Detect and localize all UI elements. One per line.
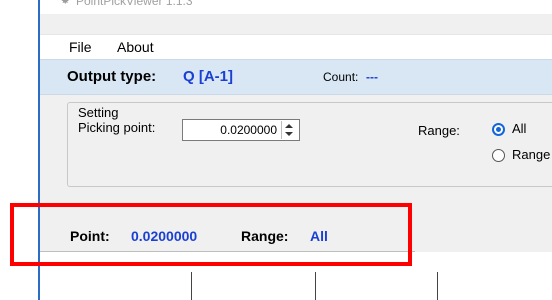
picking-point-value: 0.0200000	[220, 123, 277, 137]
title-bar: ✸ PointPickViewer 1.1.3	[40, 0, 552, 14]
menu-bar: File About	[40, 34, 552, 59]
range-all-label[interactable]: All	[512, 121, 526, 136]
window-title: PointPickViewer 1.1.3	[76, 0, 193, 8]
setting-group: Setting Picking point: 0.0200000 Range: …	[67, 102, 552, 187]
app-icon: ✸	[61, 0, 70, 7]
count-label: Count:	[323, 70, 359, 84]
grid-column-divider[interactable]	[191, 272, 192, 300]
range-range-label[interactable]: Range	[512, 147, 550, 162]
status-point-label: Point:	[70, 228, 110, 244]
count-value: ---	[366, 70, 378, 84]
output-type-value: Q [A-1]	[183, 68, 233, 85]
picking-point-input[interactable]: 0.0200000	[182, 119, 300, 141]
menu-about[interactable]: About	[117, 38, 154, 56]
range-range-radio[interactable]	[492, 149, 505, 162]
status-point-value: 0.0200000	[131, 228, 198, 244]
range-all-radio[interactable]	[492, 123, 505, 136]
screenshot-stage: ✸ PointPickViewer 1.1.3 File About Outpu…	[0, 0, 552, 300]
range-label: Range:	[418, 123, 460, 138]
status-range-value: All	[310, 228, 328, 244]
spin-down-icon[interactable]	[285, 132, 293, 136]
picking-point-label: Picking point:	[78, 120, 156, 135]
spin-up-icon[interactable]	[285, 124, 293, 128]
setting-legend: Setting	[78, 105, 119, 120]
grid-column-divider[interactable]	[437, 272, 438, 300]
app-window: ✸ PointPickViewer 1.1.3 File About Outpu…	[38, 0, 552, 300]
output-info-bar: Output type: Q [A-1] Count: ---	[40, 59, 552, 95]
grid-column-divider[interactable]	[315, 272, 316, 300]
desktop-background	[0, 0, 38, 300]
menu-file[interactable]: File	[69, 38, 92, 56]
status-range-label: Range:	[241, 228, 289, 244]
results-grid	[40, 252, 552, 300]
picking-point-spinner[interactable]	[281, 121, 298, 139]
output-type-label: Output type:	[67, 68, 157, 85]
